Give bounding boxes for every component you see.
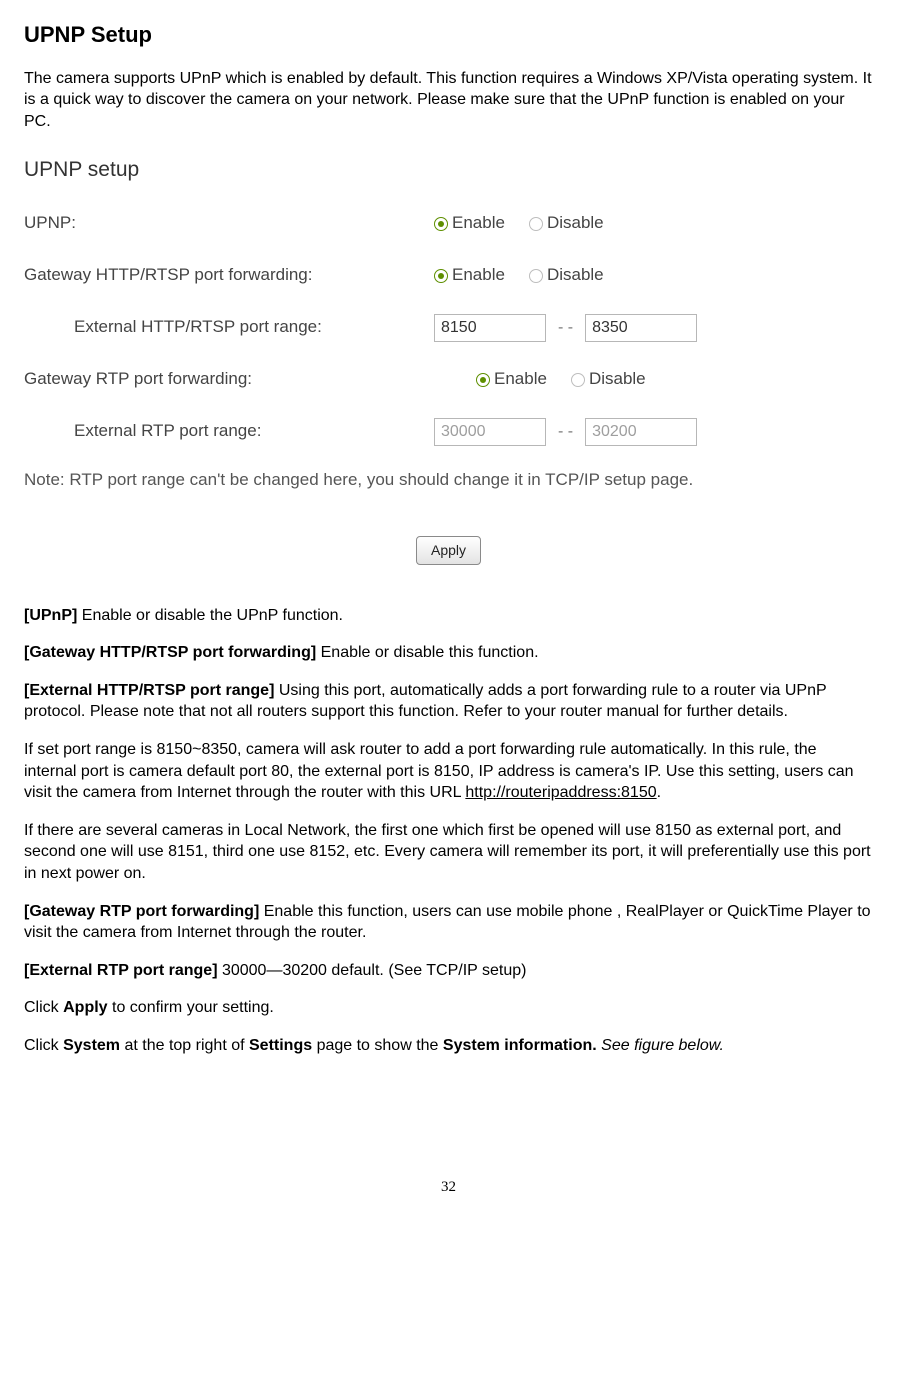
desc-p8b: to confirm your setting. [108, 999, 274, 1016]
desc-p9d: See figure below. [597, 1037, 724, 1054]
desc-p9a: Click [24, 1037, 63, 1054]
desc-rtp-range: [External RTP port range] 30000—30200 de… [24, 960, 873, 982]
upnp-enable-label: Enable [452, 212, 505, 235]
desc-rtp-fwd-bold: [Gateway RTP port forwarding] [24, 903, 259, 920]
desc-p9c: page to show the [312, 1037, 443, 1054]
radio-unselected-icon [529, 217, 543, 231]
desc-p9-b2: Settings [249, 1037, 312, 1054]
desc-p9-b1: System [63, 1037, 120, 1054]
rtp-fwd-enable-radio[interactable]: Enable [476, 368, 547, 391]
http-fwd-disable-label: Disable [547, 264, 604, 287]
desc-multi-camera: If there are several cameras in Local Ne… [24, 820, 873, 885]
desc-upnp: [UPnP] Enable or disable the UPnP functi… [24, 605, 873, 627]
row-http-fwd: Gateway HTTP/RTSP port forwarding: Enabl… [24, 261, 873, 291]
desc-p4b: . [657, 784, 661, 801]
http-fwd-enable-label: Enable [452, 264, 505, 287]
rtp-range-to-input [585, 418, 697, 446]
apply-button[interactable]: Apply [416, 536, 481, 565]
label-http-fwd: Gateway HTTP/RTSP port forwarding: [24, 264, 434, 287]
desc-system: Click System at the top right of Setting… [24, 1035, 873, 1057]
http-fwd-disable-radio[interactable]: Disable [529, 264, 604, 287]
upnp-disable-radio[interactable]: Disable [529, 212, 604, 235]
upnp-setup-panel: UPNP setup UPNP: Enable Disable Gateway … [24, 156, 873, 564]
desc-upnp-text: Enable or disable the UPnP function. [77, 607, 343, 624]
radio-unselected-icon [571, 373, 585, 387]
desc-http-fwd: [Gateway HTTP/RTSP port forwarding] Enab… [24, 642, 873, 664]
desc-upnp-bold: [UPnP] [24, 607, 77, 624]
radio-selected-icon [434, 217, 448, 231]
desc-rtp-range-bold: [External RTP port range] [24, 962, 218, 979]
http-range-to-input[interactable] [585, 314, 697, 342]
row-rtp-range: External RTP port range: - - [24, 417, 873, 447]
range-separator: - - [558, 421, 573, 443]
radio-selected-icon [476, 373, 490, 387]
range-separator: - - [558, 317, 573, 339]
panel-title: UPNP setup [24, 156, 873, 184]
desc-http-fwd-text: Enable or disable this function. [316, 644, 538, 661]
radio-unselected-icon [529, 269, 543, 283]
label-rtp-range: External RTP port range: [24, 420, 434, 443]
page-number: 32 [24, 1177, 873, 1197]
rtp-fwd-disable-radio[interactable]: Disable [571, 368, 646, 391]
description-section: [UPnP] Enable or disable the UPnP functi… [24, 605, 873, 1057]
desc-http-range: [External HTTP/RTSP port range] Using th… [24, 680, 873, 723]
http-range-from-input[interactable] [434, 314, 546, 342]
desc-apply: Click Apply to confirm your setting. [24, 997, 873, 1019]
rtp-fwd-disable-label: Disable [589, 368, 646, 391]
row-rtp-fwd: Gateway RTP port forwarding: Enable Disa… [24, 365, 873, 395]
desc-port-example: If set port range is 8150~8350, camera w… [24, 739, 873, 804]
router-url-link[interactable]: http://routeripaddress:8150 [465, 784, 656, 801]
upnp-enable-radio[interactable]: Enable [434, 212, 505, 235]
label-upnp: UPNP: [24, 212, 434, 235]
desc-rtp-fwd: [Gateway RTP port forwarding] Enable thi… [24, 901, 873, 944]
page-title: UPNP Setup [24, 20, 873, 50]
upnp-disable-label: Disable [547, 212, 604, 235]
intro-paragraph: The camera supports UPnP which is enable… [24, 68, 873, 133]
http-fwd-enable-radio[interactable]: Enable [434, 264, 505, 287]
row-http-range: External HTTP/RTSP port range: - - [24, 313, 873, 343]
desc-p8-bold: Apply [63, 999, 107, 1016]
radio-selected-icon [434, 269, 448, 283]
desc-rtp-range-text: 30000—30200 default. (See TCP/IP setup) [218, 962, 527, 979]
label-http-range: External HTTP/RTSP port range: [24, 316, 434, 339]
desc-p9b: at the top right of [120, 1037, 249, 1054]
desc-http-fwd-bold: [Gateway HTTP/RTSP port forwarding] [24, 644, 316, 661]
desc-p9-b3: System information. [443, 1037, 597, 1054]
rtp-fwd-enable-label: Enable [494, 368, 547, 391]
desc-p8a: Click [24, 999, 63, 1016]
desc-p4a: If set port range is 8150~8350, camera w… [24, 741, 854, 801]
panel-note: Note: RTP port range can't be changed he… [24, 469, 873, 492]
label-rtp-fwd: Gateway RTP port forwarding: [24, 368, 434, 391]
desc-http-range-bold: [External HTTP/RTSP port range] [24, 682, 274, 699]
row-upnp: UPNP: Enable Disable [24, 209, 873, 239]
rtp-range-from-input [434, 418, 546, 446]
